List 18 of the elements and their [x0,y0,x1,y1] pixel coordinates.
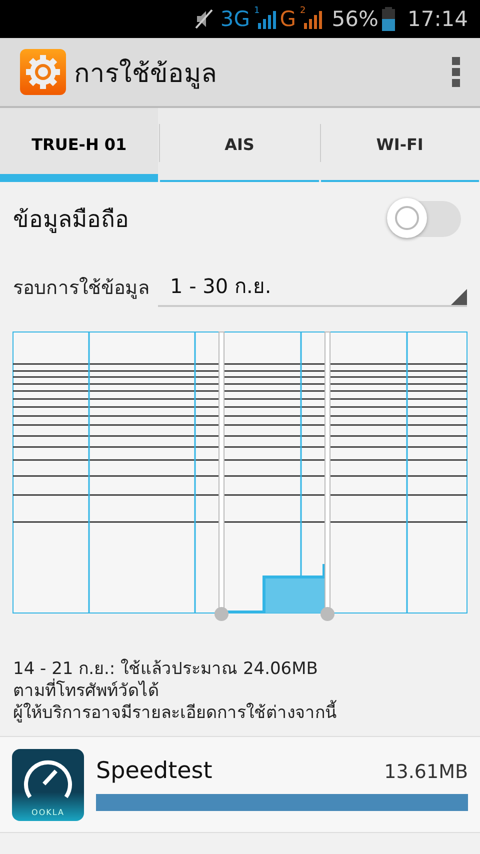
cycle-label: รอบการใช้ข้อมูล [13,276,150,301]
usage-note: 14 - 21 ก.ย.: ใช้แล้วประมาณ 24.06MB [13,658,319,679]
network-type: 3G [220,7,250,31]
usage-note: ผู้ให้บริการอาจมีรายละเอียดการใช้ต่างจากนี้ [13,702,467,724]
app-usage: 13.61MB [384,761,468,783]
clock: 17:14 [407,7,468,31]
app-icon-label: OOKLA [30,808,66,816]
tab[interactable]: AIS [160,108,319,182]
app-name[interactable]: Speedtest [96,758,212,784]
battery-percent: 56% [332,7,378,31]
cycle-dropdown[interactable]: 1 - 30 ก.ย. [158,267,467,307]
sim-number: 2 [300,6,306,16]
setting-label: ข้อมูลมือถือ [13,206,129,235]
tab[interactable]: WI-FI [320,108,479,182]
tab[interactable]: TRUE-H 01 [0,108,158,182]
network-type: G [280,7,296,31]
sim-number: 1 [254,6,260,16]
screen-title: การใช้ข้อมูล [74,58,218,91]
